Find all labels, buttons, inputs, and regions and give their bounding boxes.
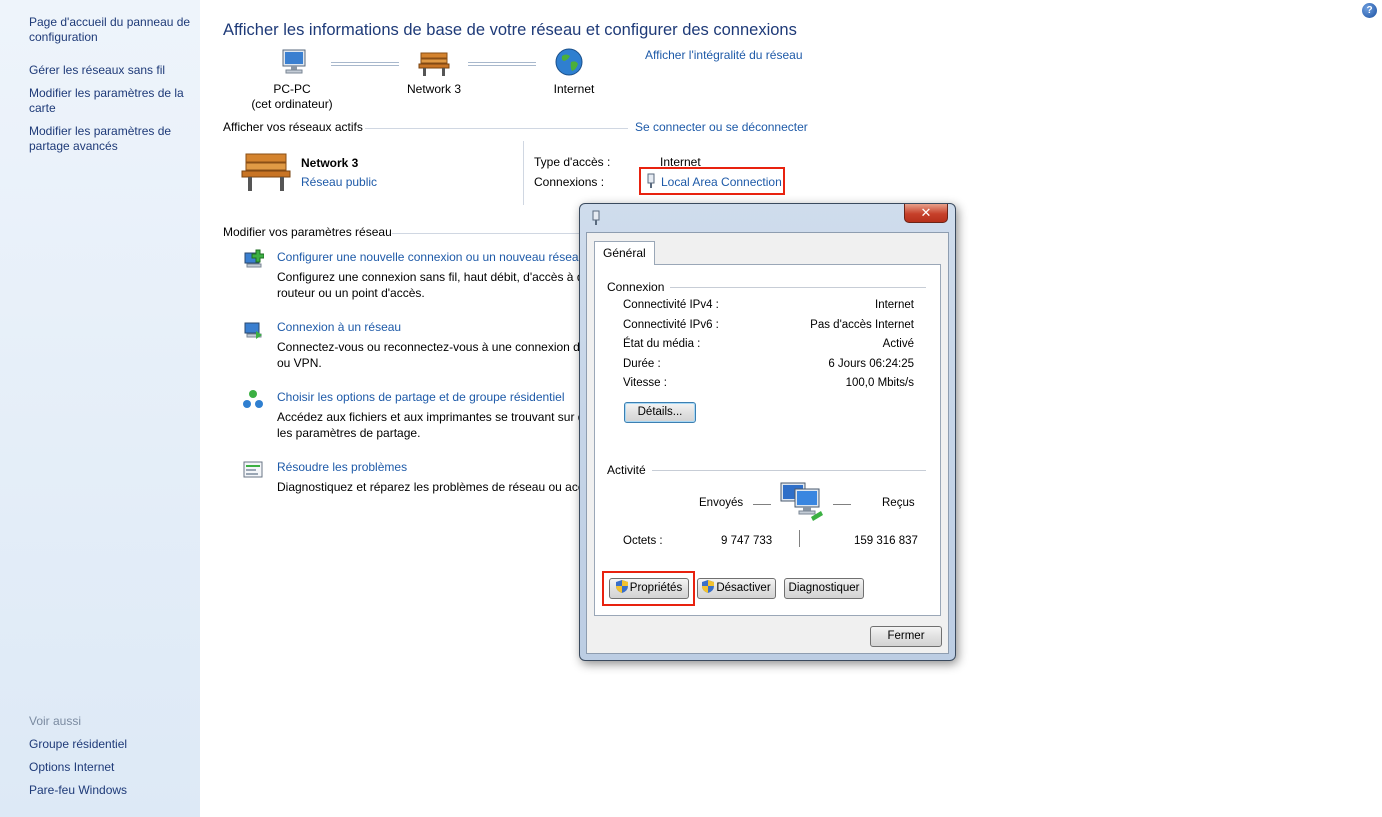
map-computer-name: PC-PC xyxy=(273,82,311,96)
bench-icon xyxy=(418,50,450,78)
public-network-bench-icon xyxy=(240,150,292,194)
globe-icon xyxy=(554,47,584,77)
close-button[interactable]: Fermer xyxy=(870,626,942,647)
media-state-value: Activé xyxy=(882,338,914,350)
see-also-label: Voir aussi xyxy=(29,714,82,728)
troubleshoot-icon xyxy=(242,459,264,481)
connection-group-title: Connexion xyxy=(607,280,671,294)
bytes-divider xyxy=(799,530,800,547)
speed-label: Vitesse : xyxy=(623,377,667,389)
bytes-sent-value: 9 747 733 xyxy=(721,535,773,547)
speed-value: 100,0 Mbits/s xyxy=(845,377,914,389)
sidebar-link-firewall[interactable]: Pare-feu Windows xyxy=(29,783,127,797)
map-link-line xyxy=(468,62,536,66)
duration-label: Durée : xyxy=(623,358,661,370)
map-network-name: Network 3 xyxy=(406,82,462,96)
sidebar-link-advanced-sharing[interactable]: Modifier les paramètres de partage avanc… xyxy=(29,124,194,154)
ipv4-label: Connectivité IPv4 : xyxy=(623,299,719,311)
help-icon[interactable]: ? xyxy=(1362,3,1377,18)
highlight-box xyxy=(639,167,785,195)
network-type-link[interactable]: Réseau public xyxy=(301,175,377,189)
sent-line xyxy=(753,504,771,505)
connection-status-dialog: ✕ Général Connexion Connectivité IPv4 : … xyxy=(579,203,956,661)
computer-icon xyxy=(279,47,309,77)
tab-panel: Connexion Connectivité IPv4 : Internet C… xyxy=(594,264,941,616)
sidebar-link-adapter-settings[interactable]: Modifier les paramètres de la carte xyxy=(29,86,194,116)
uac-shield-icon xyxy=(702,580,715,593)
active-networks-label: Afficher vos réseaux actifs xyxy=(223,120,363,134)
tab-general[interactable]: Général xyxy=(594,241,655,265)
sidebar-link-manage-wireless[interactable]: Gérer les réseaux sans fil xyxy=(29,63,194,78)
bytes-received-value: 159 316 837 xyxy=(854,535,918,547)
connect-network-icon xyxy=(242,319,264,341)
connect-disconnect-link[interactable]: Se connecter ou se déconnecter xyxy=(635,120,808,134)
ipv6-label: Connectivité IPv6 : xyxy=(623,319,719,331)
network-activity-icon xyxy=(777,479,829,525)
connections-label: Connexions : xyxy=(534,175,605,189)
received-line xyxy=(833,504,851,505)
map-link-line xyxy=(331,62,399,66)
change-settings-label: Modifier vos paramètres réseau xyxy=(223,225,392,239)
divider xyxy=(365,128,628,129)
disable-label: Désactiver xyxy=(716,582,771,594)
activity-group-title: Activité xyxy=(607,463,652,477)
ipv4-value: Internet xyxy=(875,299,914,311)
access-type-label: Type d'accès : xyxy=(534,155,611,169)
group-line xyxy=(607,470,926,471)
full-map-link[interactable]: Afficher l'intégralité du réseau xyxy=(645,48,803,62)
dialog-body: Général Connexion Connectivité IPv4 : In… xyxy=(586,232,949,654)
details-button[interactable]: Détails... xyxy=(624,402,696,423)
homegroup-sharing-icon xyxy=(242,389,264,411)
task-sharing-options-link[interactable]: Choisir les options de partage et de gro… xyxy=(277,390,565,404)
new-connection-icon xyxy=(242,249,265,271)
divider xyxy=(392,233,582,234)
diagnose-button[interactable]: Diagnostiquer xyxy=(784,578,864,599)
duration-value: 6 Jours 06:24:25 xyxy=(828,358,914,370)
task-troubleshoot-link[interactable]: Résoudre les problèmes xyxy=(277,460,407,474)
sidebar: Page d'accueil du panneau de configurati… xyxy=(0,0,200,817)
page-title: Afficher les informations de base de vot… xyxy=(223,21,797,39)
sidebar-link-control-panel-home[interactable]: Page d'accueil du panneau de configurati… xyxy=(29,15,194,45)
ipv6-value: Pas d'accès Internet xyxy=(810,319,914,331)
map-computer-sub: (cet ordinateur) xyxy=(251,97,333,111)
active-network-name: Network 3 xyxy=(301,156,359,170)
close-icon[interactable]: ✕ xyxy=(904,204,948,223)
media-state-label: État du média : xyxy=(623,338,701,350)
highlight-box xyxy=(602,571,695,606)
received-label: Reçus xyxy=(882,497,915,509)
sent-label: Envoyés xyxy=(699,497,744,509)
sidebar-link-homegroup[interactable]: Groupe résidentiel xyxy=(29,737,127,751)
disable-button[interactable]: Désactiver xyxy=(697,578,776,599)
sidebar-link-internet-options[interactable]: Options Internet xyxy=(29,760,114,774)
vertical-divider xyxy=(523,141,524,205)
bytes-label: Octets : xyxy=(623,535,663,547)
map-internet-label: Internet xyxy=(553,82,595,96)
ethernet-plug-icon xyxy=(590,210,602,226)
task-connect-network-link[interactable]: Connexion à un réseau xyxy=(277,320,401,334)
task-new-connection-link[interactable]: Configurer une nouvelle connexion ou un … xyxy=(277,250,585,264)
